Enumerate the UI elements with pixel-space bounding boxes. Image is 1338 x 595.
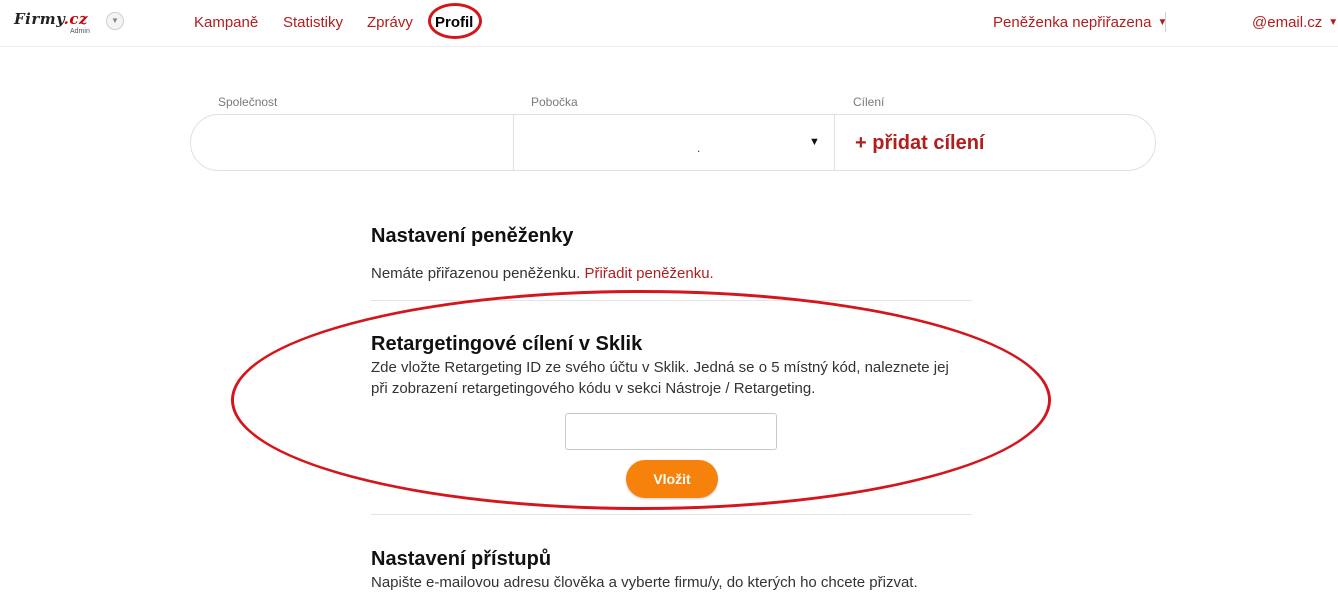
filter-divider [834, 115, 835, 170]
retargeting-section-title: Retargetingové cílení v Sklik [371, 333, 643, 355]
add-targeting-button[interactable]: + přidat cílení [855, 132, 984, 155]
targeting-label: Cílení [853, 95, 885, 109]
header-divider [1165, 12, 1166, 32]
wallet-section-text: Nemáte přiřazenou peněženku. Přiřadit pe… [371, 263, 714, 284]
branch-value: . [697, 141, 701, 155]
top-bar: Firmy.cz Admin ▼ Kampaně Statistiky Zprá… [0, 0, 1338, 47]
wallet-section-title: Nastavení peněženky [371, 225, 574, 247]
account-email: @email.cz [1252, 14, 1323, 31]
retargeting-id-input[interactable] [565, 413, 777, 450]
nav-item-statistiky[interactable]: Statistiky [283, 14, 343, 31]
nav-item-kampane[interactable]: Kampaně [194, 14, 258, 31]
caret-down-icon: ▼ [1328, 17, 1338, 28]
assign-wallet-link[interactable]: Přiřadit peněženku. [584, 265, 713, 282]
profil-highlight-annotation [428, 3, 482, 39]
wallet-status-menu[interactable]: Peněženka nepřiřazena ▼ [993, 14, 1167, 31]
app-switcher-chevron-down-icon[interactable]: ▼ [106, 12, 124, 30]
branch-label: Pobočka [531, 95, 578, 109]
logo-subtitle: Admin [70, 28, 90, 35]
nav-item-zpravy[interactable]: Zprávy [367, 14, 413, 31]
firmy-logo[interactable]: Firmy.cz Admin [14, 10, 96, 38]
retargeting-description-line1: Zde vložte Retargeting ID ze svého účtu … [371, 359, 949, 376]
submit-retargeting-button[interactable]: Vložit [626, 460, 718, 498]
branch-select[interactable]: . ▼ [514, 115, 834, 170]
wallet-status-label: Peněženka nepřiřazena [993, 14, 1152, 31]
section-divider [371, 514, 972, 515]
access-section-title: Nastavení přístupů [371, 548, 552, 570]
branch-caret-down-icon: ▼ [809, 136, 820, 148]
section-divider [371, 300, 972, 301]
wallet-missing-text: Nemáte přiřazenou peněženku. [371, 265, 581, 282]
access-section-text: Napište e-mailovou adresu člověka a vybe… [371, 574, 918, 591]
company-label: Společnost [218, 95, 278, 109]
logo-wordmark: Firmy.cz [14, 10, 88, 28]
account-menu[interactable]: @email.cz ▼ [1252, 14, 1338, 31]
company-field[interactable] [191, 115, 513, 170]
filter-bar: . ▼ + přidat cílení [190, 114, 1156, 171]
retargeting-description-line2: při zobrazení retargetingového kódu v se… [371, 380, 816, 397]
